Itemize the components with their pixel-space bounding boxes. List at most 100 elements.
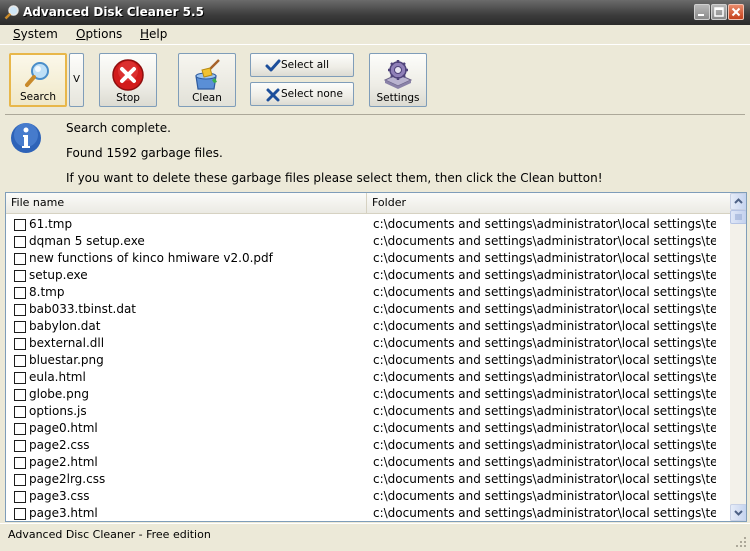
title-bar[interactable]: Advanced Disk Cleaner 5.5 [0,0,750,25]
menu-options-rest: ptions [85,27,123,41]
menu-bar: System Options Help [0,25,750,44]
select-none-button[interactable]: Select none [250,82,354,106]
row-checkbox[interactable] [14,355,26,367]
table-row[interactable]: setup.exe c:\documents and settings\admin… [6,267,730,284]
file-name-cell: eula.html [29,370,86,384]
menu-help-rest: elp [149,27,168,41]
table-row[interactable]: 8.tmp c:\documents and settings\administr… [6,284,730,301]
clean-button[interactable]: Clean [178,53,236,107]
table-row[interactable]: dqman 5 setup.exe c:\documents and settin… [6,233,730,250]
search-button[interactable]: Search [9,53,67,107]
folder-cell: c:\documents and settings\administrator\… [373,387,716,401]
stop-button-label: Stop [116,92,140,104]
table-row[interactable]: new functions of kinco hmiware v2.0.pdf c… [6,250,730,267]
menu-system-hotkey: S [13,27,21,41]
folder-cell: c:\documents and settings\administrator\… [373,404,716,418]
row-checkbox[interactable] [14,508,26,520]
file-name-cell: page3.html [29,506,98,520]
file-name-cell: 61.tmp [29,217,73,231]
folder-cell: c:\documents and settings\administrator\… [373,251,716,265]
row-checkbox[interactable] [14,338,26,350]
file-name-cell: bluestar.png [29,353,104,367]
row-checkbox[interactable] [14,253,26,265]
table-row[interactable]: 61.tmp c:\documents and settings\administ… [6,216,730,233]
menu-system[interactable]: System [13,27,58,41]
table-row[interactable]: page3.html c:\documents and settings\admi… [6,505,730,521]
search-button-label: Search [19,91,57,103]
row-checkbox[interactable] [14,270,26,282]
row-checkbox[interactable] [14,372,26,384]
column-header-file-name[interactable]: File name [6,193,367,213]
info-line-count: Found 1592 garbage files. [66,146,223,160]
folder-cell: c:\documents and settings\administrator\… [373,302,716,316]
folder-cell: c:\documents and settings\administrator\… [373,234,716,248]
resize-grip-icon[interactable] [735,536,747,548]
maximize-button[interactable] [711,4,727,20]
file-name-cell: options.js [29,404,87,418]
row-checkbox[interactable] [14,474,26,486]
folder-cell: c:\documents and settings\administrator\… [373,353,716,367]
row-checkbox[interactable] [14,219,26,231]
info-panel: Search complete. Found 1592 garbage file… [5,114,745,191]
folder-cell: c:\documents and settings\administrator\… [373,319,716,333]
info-line-instruction: If you want to delete these garbage file… [66,171,603,185]
row-checkbox[interactable] [14,406,26,418]
table-row[interactable]: page2lrg.css c:\documents and settings\ad… [6,471,730,488]
file-name-cell: new functions of kinco hmiware v2.0.pdf [29,251,273,265]
file-name-cell: page3.css [29,489,90,503]
file-name-cell: dqman 5 setup.exe [29,234,145,248]
row-checkbox[interactable] [14,423,26,435]
search-dropdown-button[interactable]: V [69,53,84,107]
row-checkbox[interactable] [14,236,26,248]
column-header-folder[interactable]: Folder [367,193,730,213]
magnifier-icon [4,5,19,20]
scroll-thumb[interactable] [730,210,746,224]
table-row[interactable]: babylon.dat c:\documents and settings\adm… [6,318,730,335]
table-row[interactable]: bexternal.dll c:\documents and settings\a… [6,335,730,352]
scroll-down-button[interactable] [730,504,746,521]
list-rows: 61.tmp c:\documents and settings\administ… [6,216,730,521]
select-all-label: Select all [281,59,329,71]
table-row[interactable]: page2.css c:\documents and settings\admin… [6,437,730,454]
table-row[interactable]: globe.png c:\documents and settings\admin… [6,386,730,403]
list-header: File name Folder [6,193,730,214]
stop-button[interactable]: Stop [99,53,157,107]
table-row[interactable]: bab033.tbinst.dat c:\documents and settin… [6,301,730,318]
folder-cell: c:\documents and settings\administrator\… [373,370,716,384]
select-none-label: Select none [281,88,343,100]
row-checkbox[interactable] [14,440,26,452]
folder-cell: c:\documents and settings\administrator\… [373,217,716,231]
info-icon [11,123,41,153]
x-icon [266,88,280,102]
menu-help[interactable]: Help [140,27,167,41]
folder-cell: c:\documents and settings\administrator\… [373,455,716,469]
info-line-status: Search complete. [66,121,171,135]
window-title: Advanced Disk Cleaner 5.5 [23,5,204,19]
scroll-up-button[interactable] [730,193,746,210]
row-checkbox[interactable] [14,321,26,333]
row-checkbox[interactable] [14,287,26,299]
chevron-down-icon [734,510,743,516]
folder-cell: c:\documents and settings\administrator\… [373,489,716,503]
menu-system-rest: ystem [20,27,58,41]
table-row[interactable]: page3.css c:\documents and settings\admin… [6,488,730,505]
file-name-cell: globe.png [29,387,89,401]
vertical-scrollbar[interactable] [730,193,746,521]
checkmark-icon [265,59,281,72]
file-list[interactable]: File name Folder 61.tmp c:\documents and … [5,192,747,522]
row-checkbox[interactable] [14,304,26,316]
menu-options[interactable]: Options [76,27,122,41]
table-row[interactable]: eula.html c:\documents and settings\admin… [6,369,730,386]
table-row[interactable]: page2.html c:\documents and settings\admi… [6,454,730,471]
table-row[interactable]: options.js c:\documents and settings\admi… [6,403,730,420]
row-checkbox[interactable] [14,457,26,469]
table-row[interactable]: page0.html c:\documents and settings\admi… [6,420,730,437]
table-row[interactable]: bluestar.png c:\documents and settings\ad… [6,352,730,369]
settings-button[interactable]: Settings [369,53,427,107]
select-all-button[interactable]: Select all [250,53,354,77]
close-button[interactable] [728,4,744,20]
folder-cell: c:\documents and settings\administrator\… [373,421,716,435]
row-checkbox[interactable] [14,389,26,401]
row-checkbox[interactable] [14,491,26,503]
minimize-button[interactable] [694,4,710,20]
